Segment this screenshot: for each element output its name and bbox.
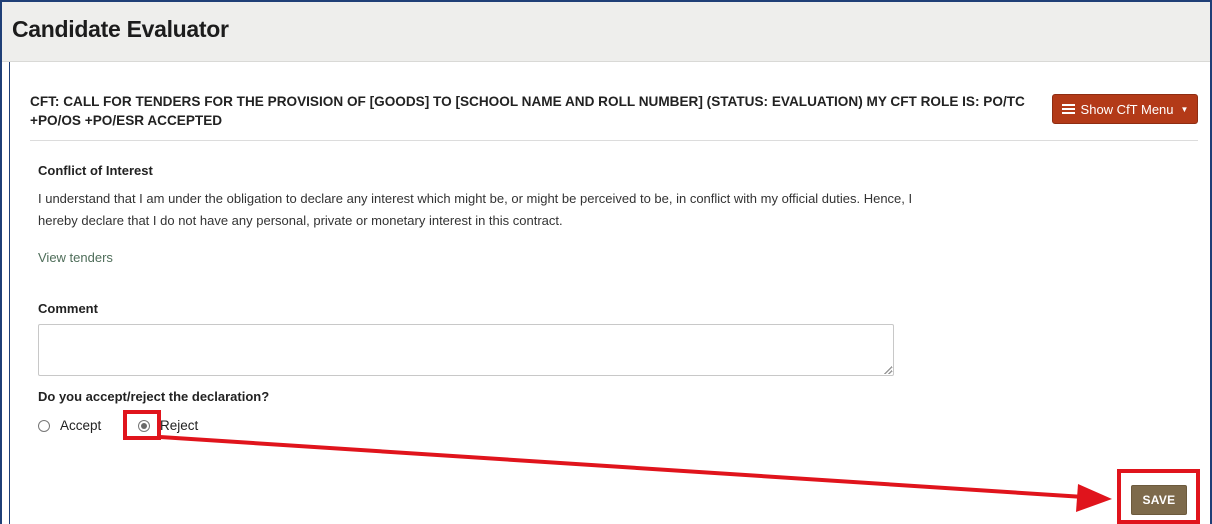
arrow-shaft (159, 435, 1085, 499)
arrow-head (1076, 484, 1112, 512)
annotation-arrow (159, 435, 1112, 512)
